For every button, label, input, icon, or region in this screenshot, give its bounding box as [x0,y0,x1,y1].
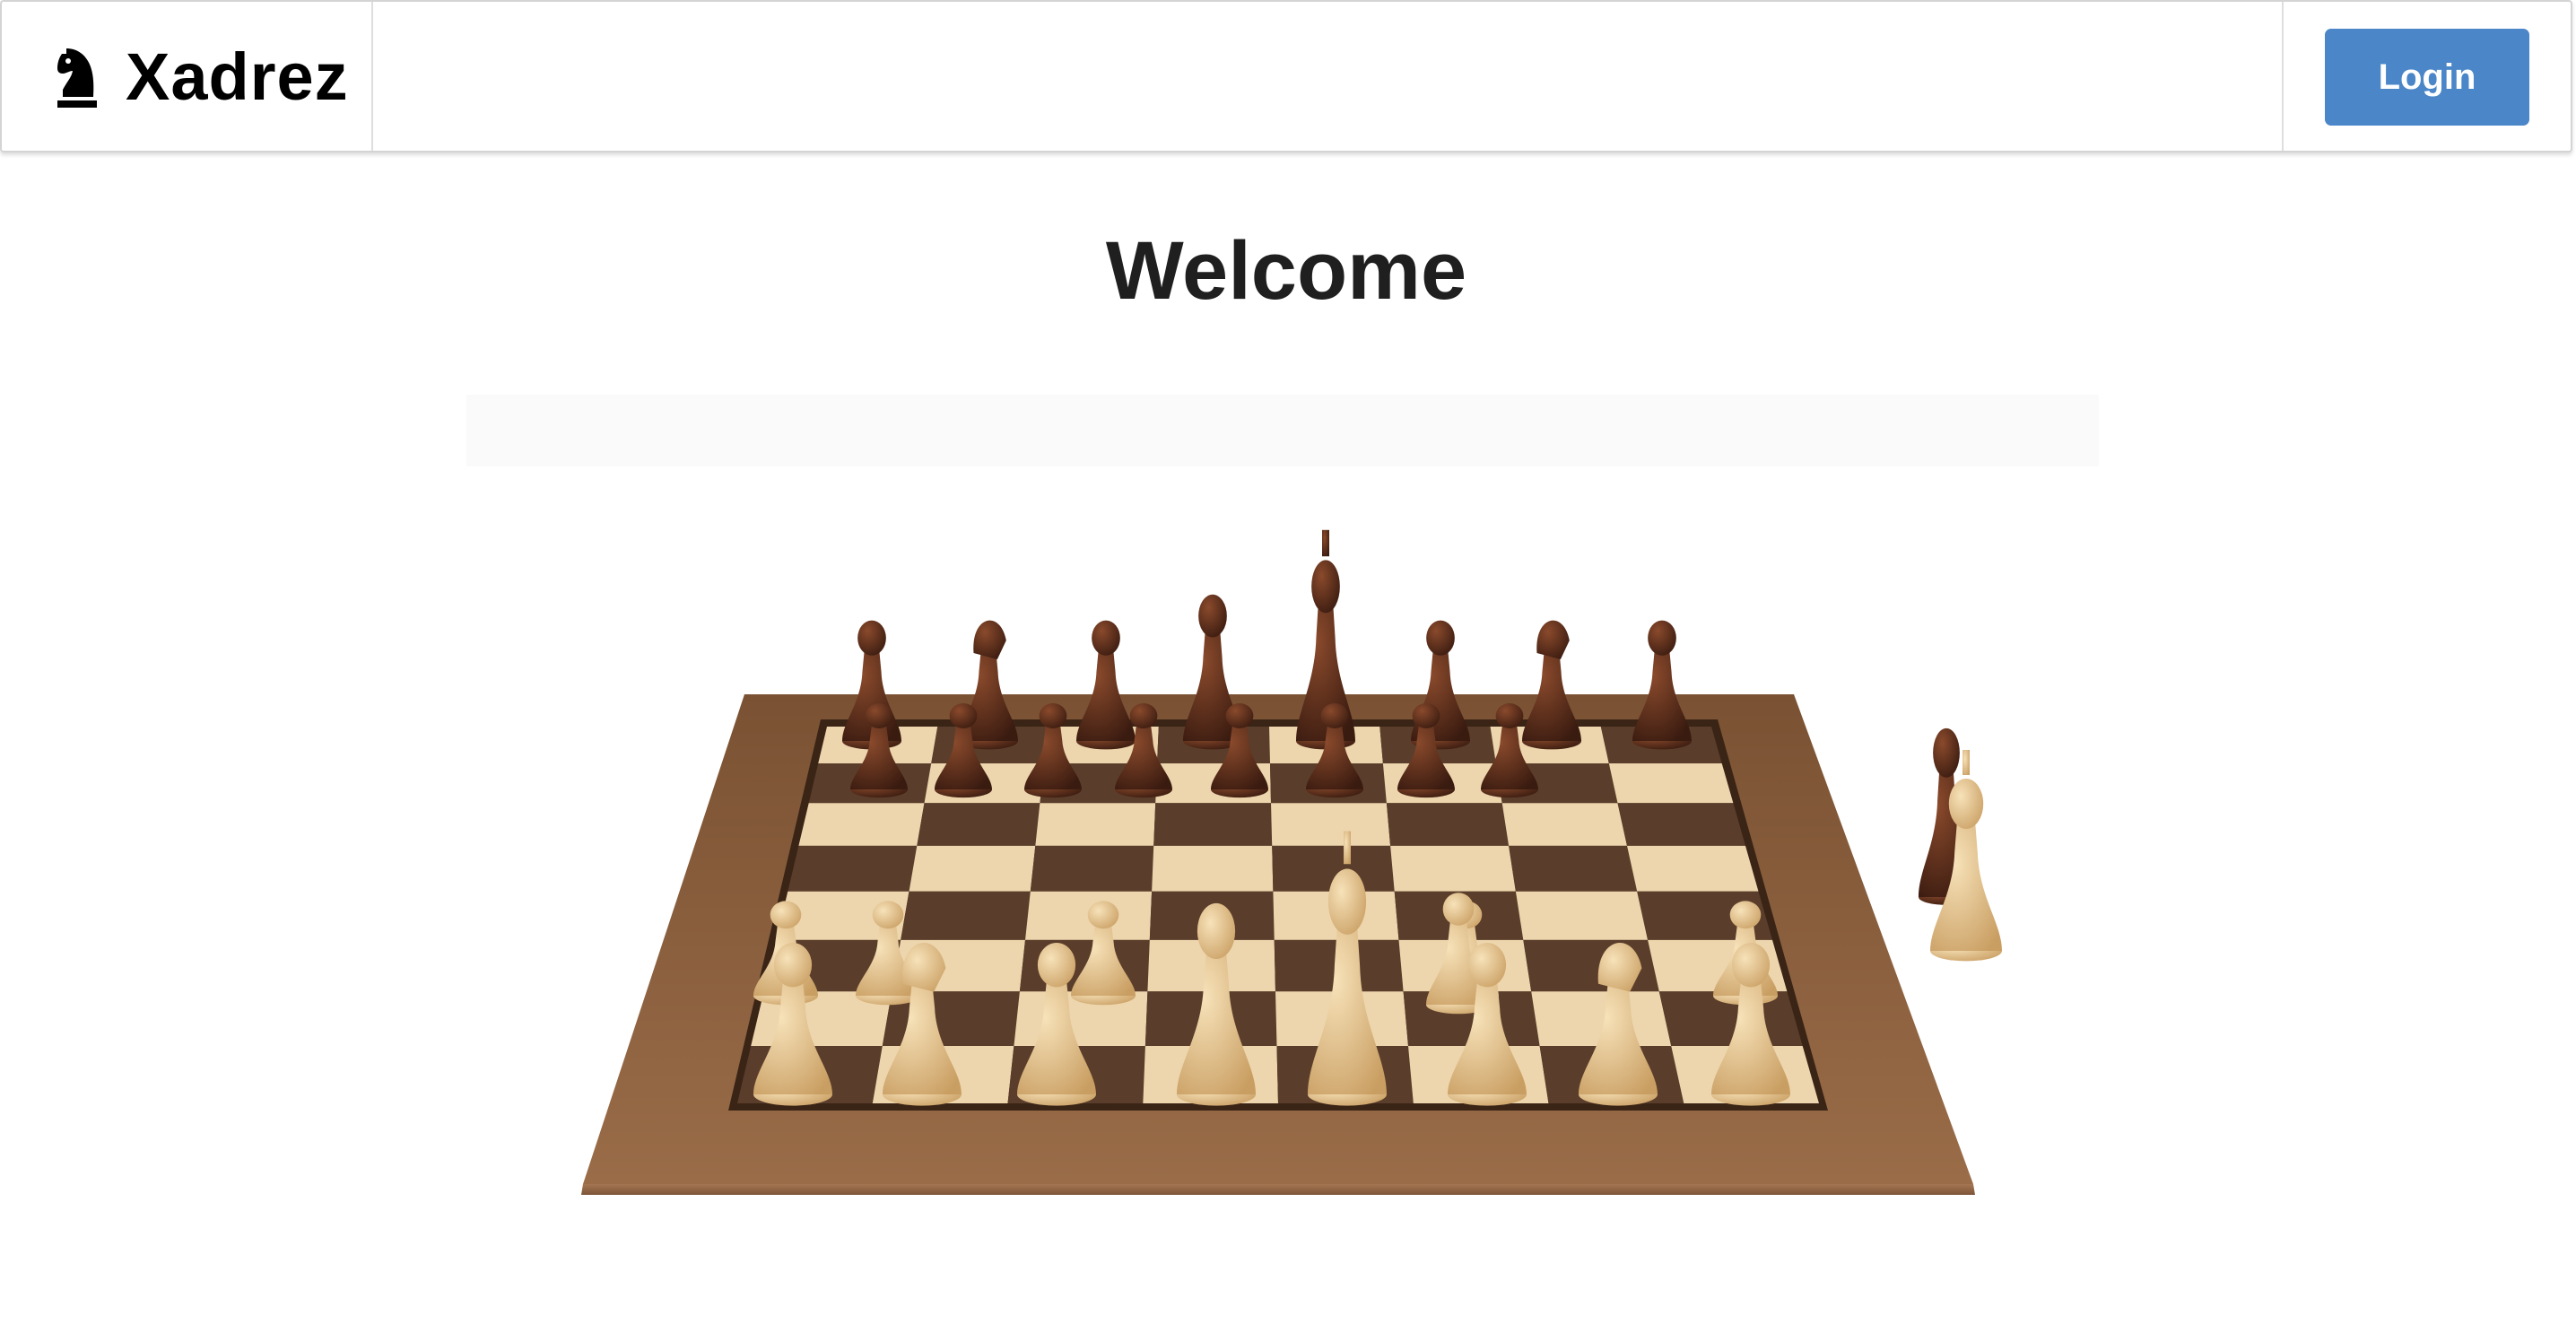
brand[interactable]: Xadrez [2,2,373,151]
chessboard-image [466,386,2099,1333]
login-button[interactable]: Login [2325,29,2529,126]
page-title: Welcome [1105,225,1467,317]
chess-knight-icon [57,48,97,108]
navbar-right-section: Login [2282,2,2571,151]
brand-name: Xadrez [126,39,349,114]
top-navbar: Xadrez Login [0,0,2572,152]
